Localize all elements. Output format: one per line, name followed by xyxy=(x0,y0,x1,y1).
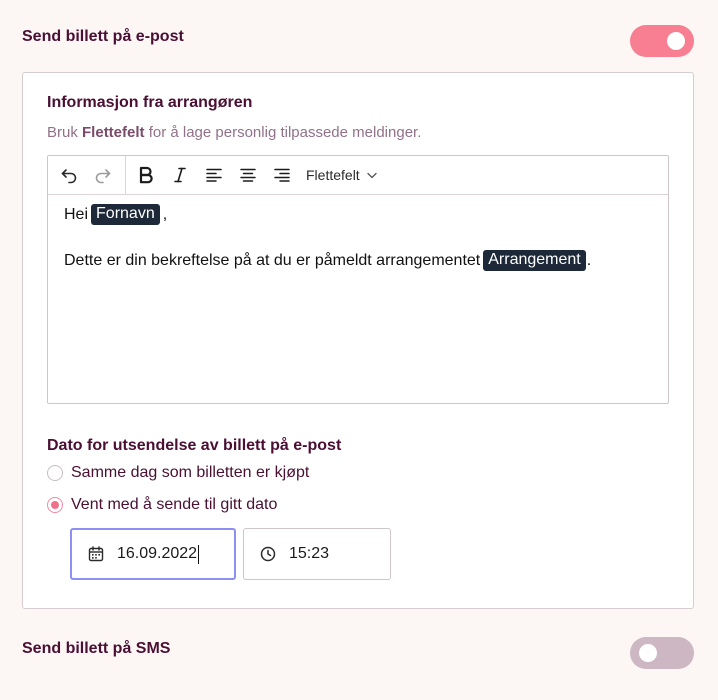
chevron-down-icon xyxy=(367,172,377,178)
radio-label: Vent med å sende til gitt dato xyxy=(71,496,278,513)
date-input[interactable]: 16.09.2022 xyxy=(70,528,236,580)
help-prefix: Bruk xyxy=(47,124,78,141)
organizer-info-title: Informasjon fra arrangøren xyxy=(47,94,253,111)
merge-chip-fornavn[interactable]: Fornavn xyxy=(91,204,160,225)
radio-option-same-day[interactable]: Samme dag som billetten er kjøpt xyxy=(47,464,309,482)
greeting-text: Hei xyxy=(64,205,89,223)
radio-label: Samme dag som billetten er kjøpt xyxy=(71,464,310,481)
merge-field-dropdown[interactable]: Flettefelt xyxy=(306,156,377,194)
align-left-icon[interactable] xyxy=(202,156,226,194)
email-settings-card: Informasjon fra arrangøren Bruk Flettefe… xyxy=(22,72,694,609)
radio-option-wait-date[interactable]: Vent med å sende til gitt dato xyxy=(47,496,277,514)
confirmation-text: Dette er din bekreftelse på at du er påm… xyxy=(64,251,481,269)
radio-button-checked[interactable] xyxy=(47,497,63,513)
text-caret xyxy=(198,544,200,564)
sms-toggle[interactable] xyxy=(630,637,694,669)
time-value: 15:23 xyxy=(289,545,330,562)
help-bold: Flettefelt xyxy=(82,124,145,141)
editor-toolbar: Flettefelt xyxy=(48,156,668,195)
email-section-title: Send billett på e-post xyxy=(22,28,184,45)
time-input[interactable]: 15:23 xyxy=(243,528,391,580)
greeting-suffix: , xyxy=(162,205,168,223)
redo-icon[interactable] xyxy=(90,156,116,194)
help-suffix: for å lage personlig tilpassede meldinge… xyxy=(148,124,422,141)
merge-field-label: Flettefelt xyxy=(306,167,360,183)
merge-chip-arrangement[interactable]: Arrangement xyxy=(483,250,586,271)
italic-icon[interactable] xyxy=(168,156,192,194)
toggle-knob xyxy=(667,32,685,50)
editor-line-greeting: Hei Fornavn , xyxy=(64,204,167,225)
bold-icon[interactable] xyxy=(134,156,158,194)
align-right-icon[interactable] xyxy=(270,156,294,194)
organizer-info-help: Bruk Flettefelt for å lage personlig til… xyxy=(47,124,421,141)
email-toggle[interactable] xyxy=(630,25,694,57)
confirmation-suffix: . xyxy=(586,251,592,269)
date-value: 16.09.2022 xyxy=(117,545,198,562)
toggle-knob xyxy=(639,644,657,662)
rich-text-editor[interactable]: Flettefelt Hei Fornavn , Dette er din be… xyxy=(47,155,669,404)
toolbar-divider xyxy=(125,156,126,194)
send-date-title: Dato for utsendelse av billett på e-post xyxy=(47,437,342,454)
clock-icon xyxy=(260,546,276,562)
sms-section-title: Send billett på SMS xyxy=(22,640,171,657)
calendar-icon xyxy=(88,546,104,562)
radio-button[interactable] xyxy=(47,465,63,481)
editor-line-confirmation: Dette er din bekreftelse på at du er påm… xyxy=(64,250,591,271)
align-center-icon[interactable] xyxy=(236,156,260,194)
undo-icon[interactable] xyxy=(56,156,82,194)
